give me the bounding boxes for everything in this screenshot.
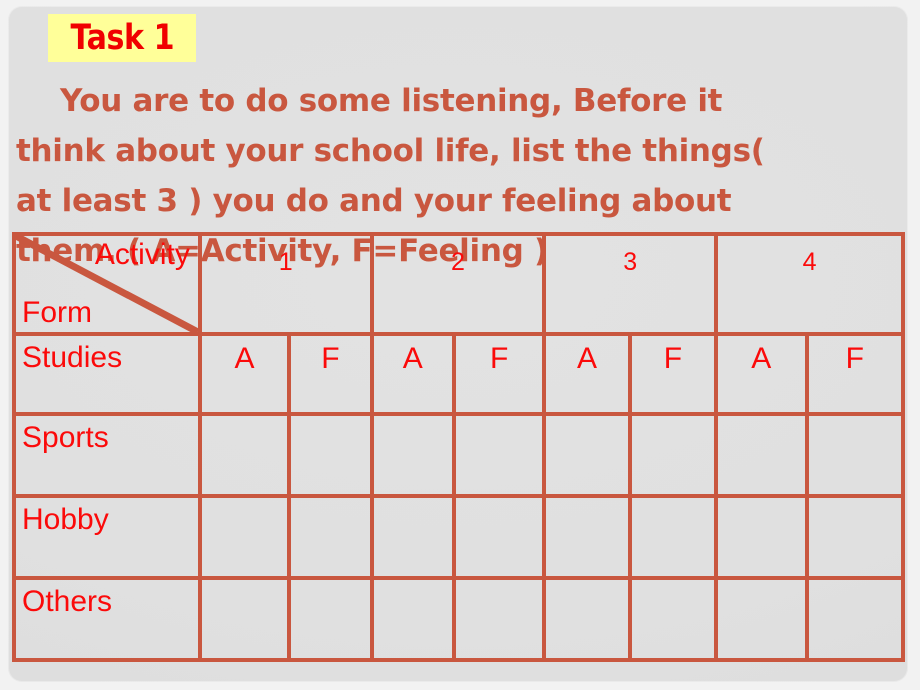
task-badge: Task 1 [48,14,196,62]
table-row: Hobby [12,494,905,580]
group-header-1: 1 [197,232,374,336]
data-cell[interactable] [197,576,292,662]
data-cell[interactable] [369,494,456,580]
activity-feeling-table: Activity Form 1 2 3 4 Studies A F A F A … [12,232,905,662]
data-cell-value [632,498,714,504]
data-cell-value [374,580,452,586]
subheader-cell-f4[interactable]: F [804,332,905,416]
data-cell-value [456,498,542,504]
group-header-2-label: 2 [451,248,465,276]
row-label-others: Others [12,576,202,662]
table-row: Sports [12,412,905,498]
subheader-label: A [234,342,255,375]
group-header-3: 3 [542,232,719,336]
table-row: Others [12,576,905,662]
data-cell[interactable] [287,576,374,662]
group-header-1-label: 1 [278,248,293,276]
instruction-line-3: at least 3 ) you do and your feeling abo… [16,183,732,219]
group-header-3-label: 3 [623,248,638,276]
data-cell-value [291,416,369,422]
data-cell[interactable] [804,412,905,498]
data-cell[interactable] [714,412,809,498]
corner-label-form: Form [22,296,92,329]
data-cell-value [809,498,902,504]
row-label-hobby: Hobby [12,494,202,580]
data-cell-value [546,498,627,504]
data-cell-value [291,580,369,586]
subheader-cell-f1[interactable]: F [287,332,374,416]
data-cell[interactable] [542,412,632,498]
data-cell[interactable] [287,494,374,580]
data-cell[interactable] [714,576,809,662]
subheader-cell-a2[interactable]: A [369,332,456,416]
data-cell-value [374,498,452,504]
data-cell-value [456,580,542,586]
subheader-label: F [489,342,509,375]
data-cell-value [202,580,287,586]
instruction-line-1: You are to do some listening, Before it [60,83,723,119]
subheader-cell-f3[interactable]: F [627,332,719,416]
group-header-2: 2 [369,232,547,336]
data-cell[interactable] [369,576,456,662]
data-cell-value [632,580,714,586]
subheader-label: F [663,342,683,375]
corner-label-activity: Activity [94,238,190,271]
group-header-4: 4 [714,232,905,336]
row-label-text: Others [22,585,113,618]
data-cell[interactable] [451,494,547,580]
subheader-cell-a4[interactable]: A [714,332,809,416]
subheader-label: F [845,342,864,375]
group-header-4-label: 4 [802,248,817,276]
data-cell[interactable] [369,412,456,498]
row-label-sports: Sports [12,412,202,498]
row-label-text: Studies [22,341,123,374]
data-cell[interactable] [451,412,547,498]
data-cell[interactable] [542,494,632,580]
data-cell-value [718,416,804,422]
data-cell-value [546,416,627,422]
subheader-label: A [402,342,423,375]
data-cell-value [374,416,452,422]
instruction-line-2: think about your school life, list the t… [16,133,765,169]
row-label-text: Hobby [22,503,109,536]
table-row: Studies A F A F A F A F [12,332,905,416]
subheader-cell-a3[interactable]: A [542,332,632,416]
data-cell-value [809,416,902,422]
data-cell[interactable] [627,412,719,498]
data-cell-value [718,580,804,586]
data-cell[interactable] [542,576,632,662]
data-cell[interactable] [627,494,719,580]
data-cell[interactable] [804,494,905,580]
table-corner-cell: Activity Form [12,232,202,336]
data-cell-value [632,416,714,422]
data-cell[interactable] [714,494,809,580]
data-cell[interactable] [451,576,547,662]
slide-canvas: Task 1 You are to do some listening, Bef… [0,0,920,690]
row-label-studies: Studies [12,332,202,416]
subheader-cell-f2[interactable]: F [451,332,547,416]
data-cell-value [456,416,542,422]
data-cell[interactable] [197,494,292,580]
table-header-row: Activity Form 1 2 3 4 [12,232,905,336]
subheader-label: F [321,342,340,375]
data-cell-value [546,580,627,586]
data-cell-value [202,416,287,422]
data-cell[interactable] [197,412,292,498]
data-cell-value [809,580,902,586]
row-label-text: Sports [22,421,109,454]
data-cell-value [202,498,287,504]
data-cell-value [291,498,369,504]
task-badge-label: Task 1 [70,17,174,58]
subheader-label: A [577,342,598,375]
data-cell[interactable] [804,576,905,662]
subheader-label: A [751,342,772,375]
data-cell[interactable] [627,576,719,662]
data-cell[interactable] [287,412,374,498]
subheader-cell-a1[interactable]: A [197,332,292,416]
data-cell-value [718,498,804,504]
